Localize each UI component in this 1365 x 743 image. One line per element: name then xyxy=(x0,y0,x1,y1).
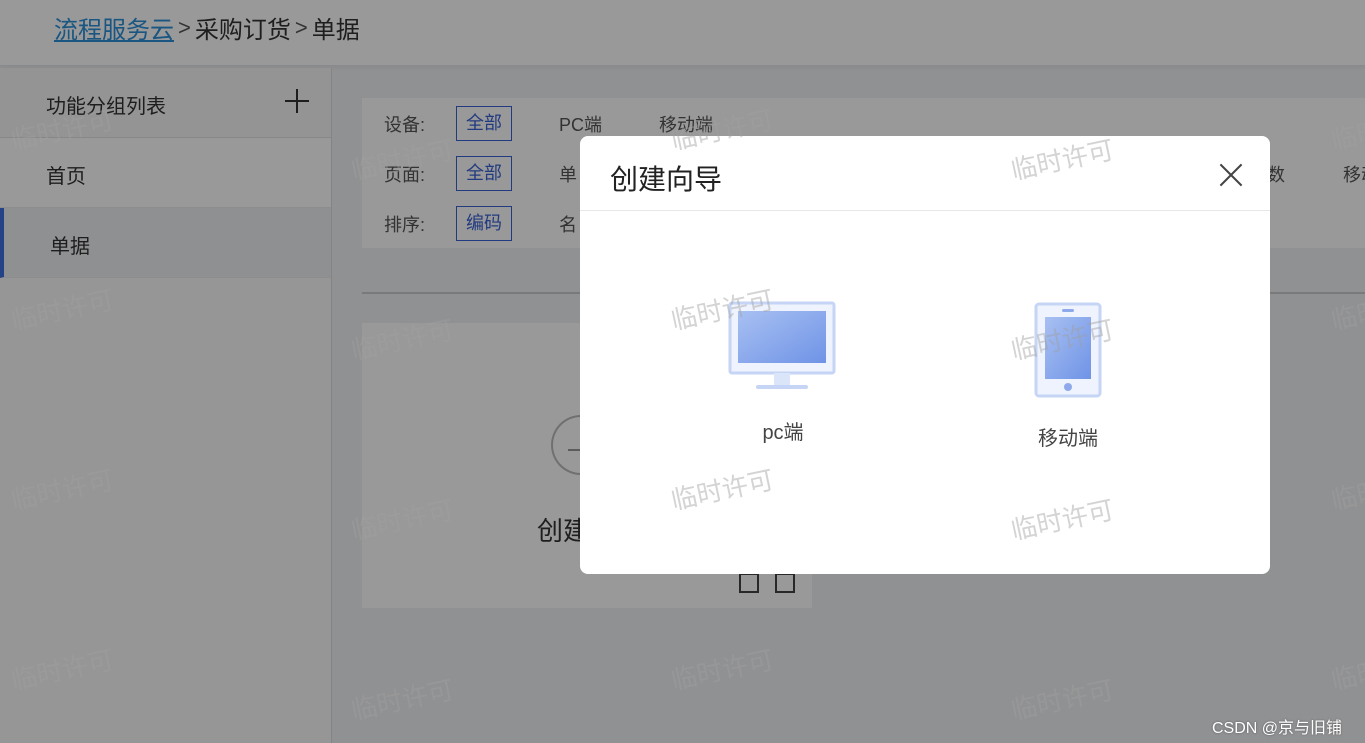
close-icon[interactable] xyxy=(1218,162,1244,188)
credit-text: CSDN @京与旧铺 xyxy=(1212,720,1343,737)
mobile-phone-icon xyxy=(1034,302,1102,398)
choice-label: 移动端 xyxy=(1038,428,1098,450)
choice-label: pc端 xyxy=(762,422,804,444)
choice-pc[interactable]: pc端 xyxy=(683,301,883,445)
dialog-header: 创建向导 xyxy=(580,136,1270,211)
create-wizard-dialog: 创建向导 pc端 移动端 xyxy=(580,136,1270,574)
desktop-monitor-icon xyxy=(728,301,836,389)
choice-mobile[interactable]: 移动端 xyxy=(968,301,1168,451)
dialog-title: 创建向导 xyxy=(610,164,723,195)
